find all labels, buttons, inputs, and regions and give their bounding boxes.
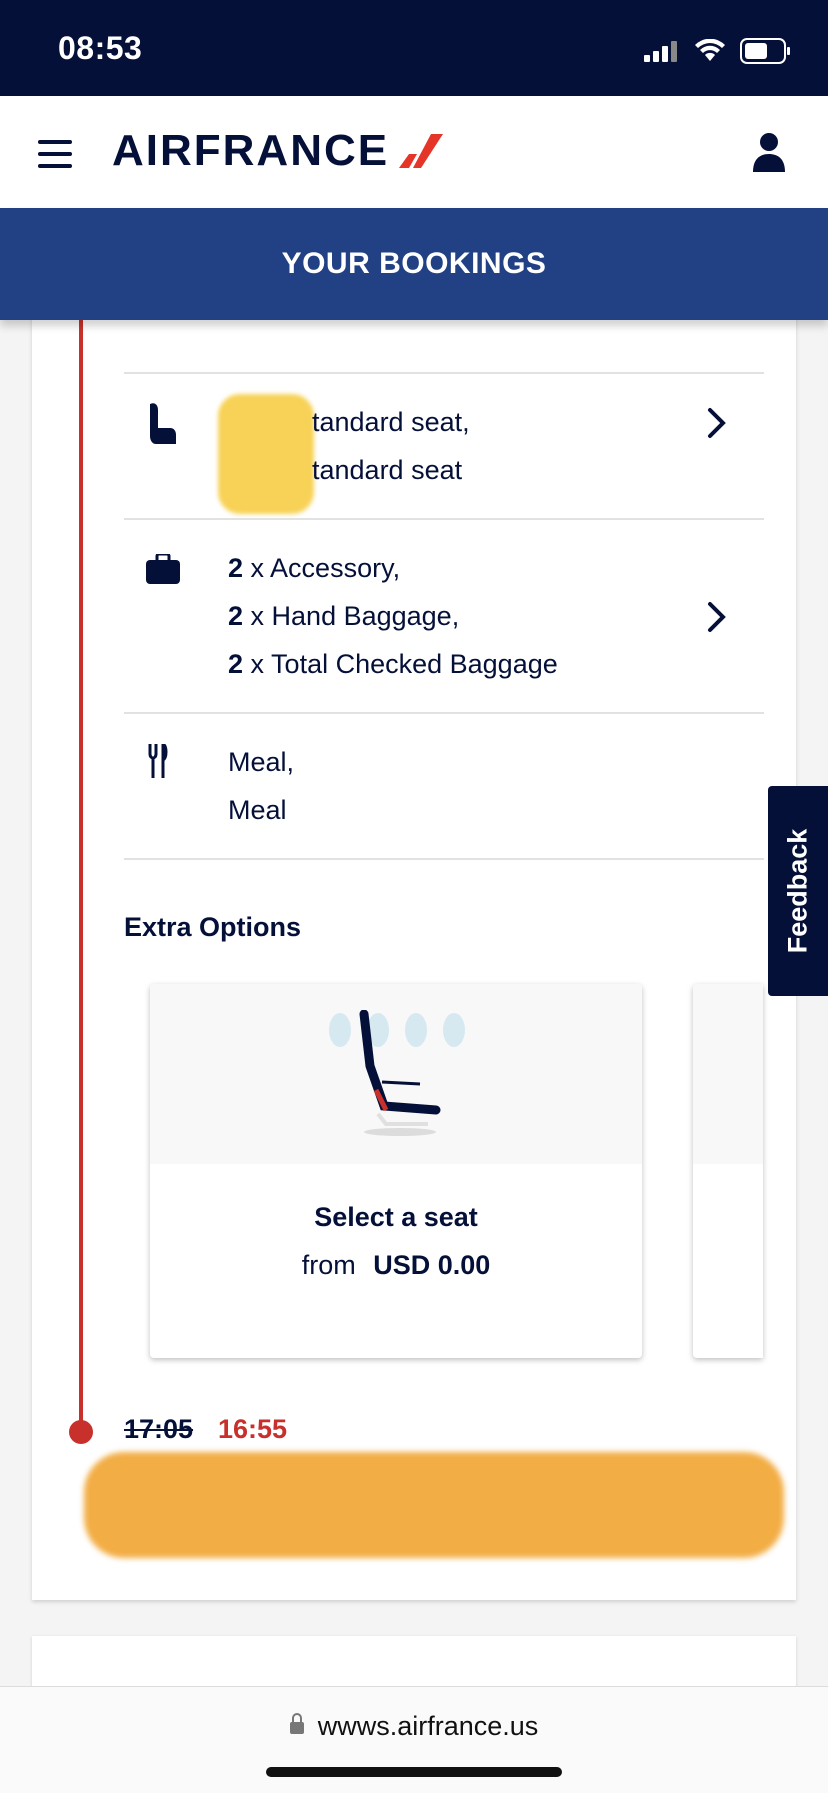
user-account-icon[interactable]	[752, 132, 786, 172]
original-arrival-time: 17:05	[124, 1414, 194, 1444]
divider	[124, 712, 764, 714]
battery-icon	[740, 38, 790, 64]
status-time: 08:53	[58, 30, 143, 66]
meal-details: Meal, Meal	[228, 738, 294, 834]
baggage-line-1: 2 x Accessory,	[228, 553, 401, 583]
brand-text: AIRFRANCE	[112, 126, 390, 175]
meal-cutlery-icon	[148, 744, 168, 778]
url-display: wwws.airfrance.us	[0, 1711, 828, 1742]
option-price: from USD 0.00	[301, 1250, 491, 1280]
seat-line-1: tandard seat,	[312, 407, 470, 437]
feedback-label: Feedback	[782, 828, 813, 954]
seat-details[interactable]: tandard seat, tandard seat	[228, 398, 470, 494]
chevron-right-icon[interactable]	[706, 600, 728, 634]
meal-line-1: Meal,	[228, 747, 295, 777]
divider	[124, 858, 764, 860]
updated-arrival-time: 16:55	[218, 1414, 288, 1444]
divider	[124, 518, 764, 520]
flight-timeline	[79, 320, 83, 1432]
extra-options-title: Extra Options	[124, 912, 302, 942]
seat-illustration-icon	[329, 1010, 465, 1136]
booking-card	[32, 300, 796, 1600]
home-indicator[interactable]	[266, 1767, 562, 1777]
meal-line-2: Meal	[228, 795, 287, 825]
page-title: YOUR BOOKINGS	[281, 247, 547, 280]
option-illustration-area	[150, 984, 642, 1164]
page-title-bar: YOUR BOOKINGS	[0, 208, 828, 320]
select-seat-option-card[interactable]: Select a seat from USD 0.00	[150, 984, 642, 1358]
redacted-area	[84, 1452, 784, 1558]
status-icons	[644, 38, 792, 64]
baggage-line-2: 2 x Hand Baggage,	[228, 601, 460, 631]
option-title: Select a seat	[314, 1202, 478, 1232]
seat-icon	[150, 403, 176, 444]
baggage-details[interactable]: 2 x Accessory, 2 x Hand Baggage, 2 x Tot…	[228, 544, 558, 688]
next-option-card[interactable]	[693, 984, 763, 1358]
lock-icon	[289, 1713, 304, 1734]
status-bar: 08:53	[0, 0, 828, 96]
browser-address-bar[interactable]: wwws.airfrance.us	[0, 1686, 828, 1793]
baggage-icon	[146, 554, 180, 584]
airfrance-logo[interactable]: AIRFRANCE	[112, 126, 444, 176]
chevron-right-icon[interactable]	[706, 406, 728, 440]
hamburger-menu-icon[interactable]	[38, 140, 72, 168]
feedback-tab[interactable]: Feedback	[768, 786, 828, 996]
logo-swoosh-icon	[399, 134, 444, 168]
divider	[124, 372, 764, 374]
seat-line-2: tandard seat	[312, 455, 463, 485]
baggage-line-3: 2 x Total Checked Baggage	[228, 649, 558, 679]
wifi-icon	[695, 39, 725, 61]
arrival-dot	[69, 1420, 93, 1444]
signal-icon	[644, 41, 677, 62]
